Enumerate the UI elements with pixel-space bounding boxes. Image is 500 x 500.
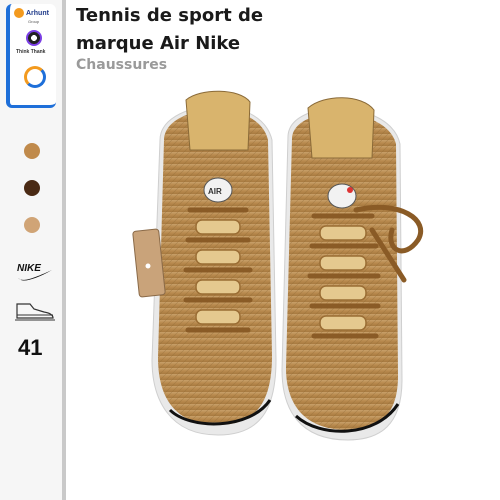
arhunt-mark-icon [14,8,24,18]
right-shoe [281,97,424,441]
sneaker-outline-icon [15,303,55,321]
think-thank-name: Think Thank [16,49,46,55]
svg-text:NIKE: NIKE [17,263,41,274]
nike-swoosh-icon: NIKE [17,263,52,281]
left-tongue-badge: AIR [208,187,222,196]
shoe-size: 41 [18,335,43,360]
product-category: Chaussures [76,57,168,73]
product-title: Tennis de sport de marque Air Nike [76,5,264,54]
color-swatch-brown[interactable] [24,180,40,196]
arhunt-name: Arhunt [26,9,49,17]
left-shoe: AIR [151,90,277,436]
arhunt-logo: Arhunt [14,8,49,18]
think-thank-logo-icon [26,30,42,46]
color-swatch-beige[interactable] [24,217,40,233]
color-swatch-tan[interactable] [24,143,40,159]
brand-logo-card: Arhunt Group Think Thank [6,4,56,108]
product-image: AIR [132,90,424,441]
sidebar: Arhunt Group Think Thank NIKE 41 [0,0,66,500]
swirl-logo-icon [24,66,46,88]
arhunt-tagline: Group [28,19,40,24]
